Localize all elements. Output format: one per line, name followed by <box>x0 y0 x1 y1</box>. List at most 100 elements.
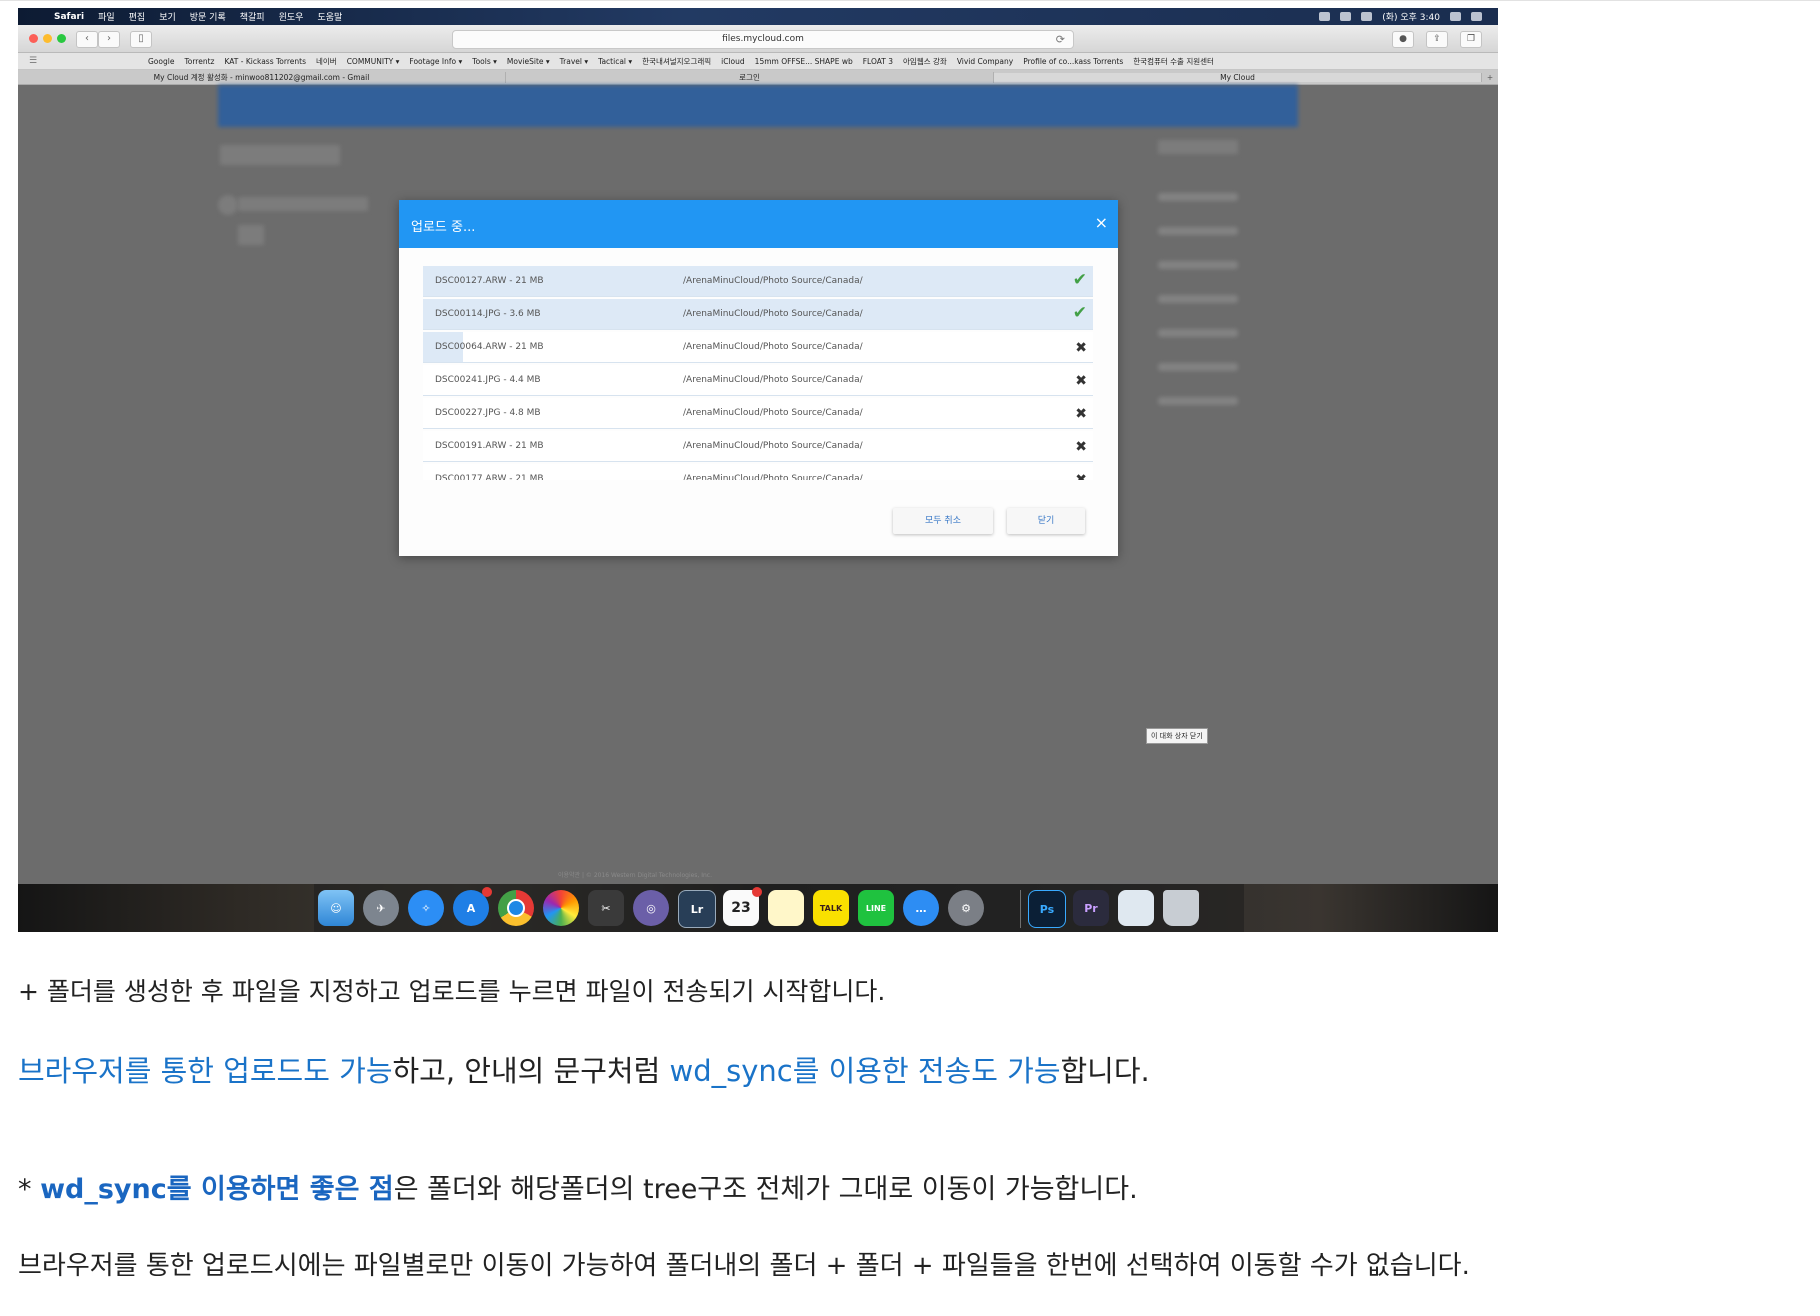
final-cut-icon[interactable]: ✂ <box>588 890 624 926</box>
app-store-icon[interactable]: A <box>453 887 492 926</box>
dialog-header: 업로드 중... × <box>399 200 1118 248</box>
motion-icon[interactable]: ◎ <box>633 890 669 926</box>
cancel-upload-icon[interactable]: ✖ <box>1075 470 1087 480</box>
tabs-overview-button[interactable]: ❐ <box>1460 31 1482 48</box>
photos-icon[interactable] <box>543 890 579 926</box>
menu-item[interactable]: 도움말 <box>317 10 342 23</box>
tab-login[interactable]: 로그인 <box>506 71 994 83</box>
kakaotalk-icon[interactable]: TALK <box>813 890 849 926</box>
bookmark-item[interactable]: MovieSite ▾ <box>507 57 550 66</box>
bookmark-item[interactable]: 15mm OFFSE... SHAPE wb <box>755 57 853 66</box>
bookmarks-bar: ☰ Google Torrentz KAT - Kickass Torrents… <box>18 53 1498 70</box>
zoom-window-icon[interactable] <box>57 34 66 43</box>
launchpad-icon[interactable]: ✈ <box>363 890 399 926</box>
line-icon[interactable]: LINE <box>858 890 894 926</box>
search-icon[interactable] <box>1450 12 1461 21</box>
cancel-upload-icon[interactable]: ✖ <box>1075 371 1087 391</box>
finder-icon[interactable]: ☺ <box>318 890 354 926</box>
bookmark-item[interactable]: Vivid Company <box>957 57 1013 66</box>
menu-app[interactable]: Safari <box>54 12 84 22</box>
premiere-icon[interactable]: Pr <box>1073 890 1109 926</box>
address-bar[interactable]: files.mycloud.com ⟳ <box>452 30 1074 49</box>
list-icon[interactable] <box>1471 12 1482 21</box>
wifi-icon[interactable] <box>1319 12 1331 21</box>
bookmark-item[interactable]: 아임웹스 강좌 <box>903 56 947 67</box>
menu-item[interactable]: 방문 기록 <box>190 10 226 23</box>
cancel-upload-icon[interactable]: ✖ <box>1075 404 1087 424</box>
close-dialog-button[interactable]: 닫기 <box>1007 508 1085 534</box>
flag-icon[interactable] <box>1361 12 1373 21</box>
apple-icon[interactable] <box>32 10 46 24</box>
minimize-window-icon[interactable] <box>43 34 52 43</box>
bookmark-item[interactable]: 한국내셔널지오그래픽 <box>642 56 711 67</box>
menubar-clock[interactable]: (화) 오후 3:40 <box>1382 10 1440 23</box>
upload-file-row: DSC00177.ARW - 21 MB/ArenaMinuCloud/Phot… <box>423 464 1093 480</box>
paragraph-text: 하고, 안내의 문구처럼 <box>392 1054 670 1088</box>
blurred-text <box>1158 363 1238 371</box>
bookmark-item[interactable]: Google <box>148 57 174 66</box>
page-header-blurred <box>218 85 1298 127</box>
bookmark-item[interactable]: FLOAT 3 <box>863 57 893 66</box>
bookmark-item[interactable]: 한국컴퓨터 수출 지원센터 <box>1133 56 1214 67</box>
lightroom-icon[interactable]: Lr <box>678 890 716 928</box>
trash-icon[interactable] <box>1163 890 1199 926</box>
bookmark-item[interactable]: COMMUNITY ▾ <box>347 57 400 66</box>
battery-icon[interactable] <box>1340 12 1352 21</box>
reload-icon[interactable]: ⟳ <box>1056 31 1065 48</box>
sidebar-button[interactable]: ▯ <box>130 31 152 48</box>
messages-icon[interactable]: … <box>903 890 939 926</box>
file-destination-path: /ArenaMinuCloud/Photo Source/Canada/ <box>683 342 863 352</box>
dialog-title: 업로드 중... <box>411 220 476 235</box>
upload-file-row: DSC00127.ARW - 21 MB/ArenaMinuCloud/Phot… <box>423 266 1093 297</box>
file-destination-path: /ArenaMinuCloud/Photo Source/Canada/ <box>683 309 863 319</box>
gear-icon[interactable]: ⚙ <box>948 890 984 926</box>
bookmark-item[interactable]: Profile of co...kass Torrents <box>1023 57 1123 66</box>
bookmark-item[interactable]: iCloud <box>721 57 745 66</box>
paragraph-text: 합니다. <box>1060 1054 1150 1088</box>
article-paragraph-3: * wd_sync를 이용하면 좋은 점은 폴더와 해당폴더의 tree구조 전… <box>18 1167 1138 1206</box>
embedded-screenshot: Safari 파일 편집 보기 방문 기록 책갈피 윈도우 도움말 (화) 오후… <box>18 8 1498 932</box>
back-button[interactable]: ‹ <box>76 31 98 48</box>
address-text: files.mycloud.com <box>722 34 804 44</box>
notes-icon[interactable] <box>768 890 804 926</box>
upload-file-row: DSC00241.JPG - 4.4 MB/ArenaMinuCloud/Pho… <box>423 365 1093 396</box>
file-name: DSC00127.ARW - 21 MB <box>435 276 544 286</box>
close-icon[interactable]: × <box>1095 213 1108 232</box>
menu-item[interactable]: 보기 <box>159 10 176 23</box>
forward-button[interactable]: › <box>98 31 120 48</box>
menu-item[interactable]: 편집 <box>129 10 146 23</box>
bookmark-item[interactable]: Tools ▾ <box>472 57 497 66</box>
article-paragraph-2: 브라우저를 통한 업로드도 가능하고, 안내의 문구처럼 wd_sync를 이용… <box>18 1048 1150 1090</box>
new-tab-icon[interactable]: + <box>1482 73 1498 82</box>
cancel-upload-icon[interactable]: ✖ <box>1075 338 1087 358</box>
file-destination-path: /ArenaMinuCloud/Photo Source/Canada/ <box>683 375 863 385</box>
safari-icon[interactable]: ✧ <box>408 890 444 926</box>
tab-mycloud[interactable]: My Cloud <box>994 72 1482 82</box>
bookmark-item[interactable]: Travel ▾ <box>560 57 588 66</box>
chrome-icon[interactable] <box>498 890 534 926</box>
upload-file-row: DSC00227.JPG - 4.8 MB/ArenaMinuCloud/Pho… <box>423 398 1093 429</box>
menu-item[interactable]: 윈도우 <box>279 10 304 23</box>
menu-item[interactable]: 책갈피 <box>240 10 265 23</box>
extension-button[interactable]: ● <box>1392 31 1414 48</box>
close-window-icon[interactable] <box>29 34 38 43</box>
blurred-block <box>220 145 340 165</box>
calendar-icon[interactable]: 23 <box>723 887 762 926</box>
bookmark-item[interactable]: Footage Info ▾ <box>409 57 462 66</box>
menu-item[interactable]: 파일 <box>98 10 115 23</box>
photoshop-icon[interactable]: Ps <box>1028 890 1066 928</box>
preview-icon[interactable] <box>1118 890 1154 926</box>
file-name: DSC00177.ARW - 21 MB <box>435 474 544 480</box>
bookmark-item[interactable]: Torrentz <box>184 57 214 66</box>
mac-menubar: Safari 파일 편집 보기 방문 기록 책갈피 윈도우 도움말 (화) 오후… <box>18 8 1498 25</box>
bookmarks-menu-icon[interactable]: ☰ <box>18 56 48 66</box>
bookmark-item[interactable]: 네이버 <box>316 56 337 67</box>
bookmark-item[interactable]: KAT - Kickass Torrents <box>224 57 306 66</box>
tab-gmail[interactable]: My Cloud 계정 활성화 - minwoo811202@gmail.com… <box>18 71 506 83</box>
share-button[interactable]: ⇪ <box>1426 31 1448 48</box>
cancel-all-button[interactable]: 모두 취소 <box>893 508 993 534</box>
cancel-upload-icon[interactable]: ✖ <box>1075 437 1087 457</box>
bookmark-item[interactable]: Tactical ▾ <box>598 57 632 66</box>
blurred-text <box>1158 261 1238 269</box>
upload-file-list[interactable]: DSC00127.ARW - 21 MB/ArenaMinuCloud/Phot… <box>423 266 1093 480</box>
